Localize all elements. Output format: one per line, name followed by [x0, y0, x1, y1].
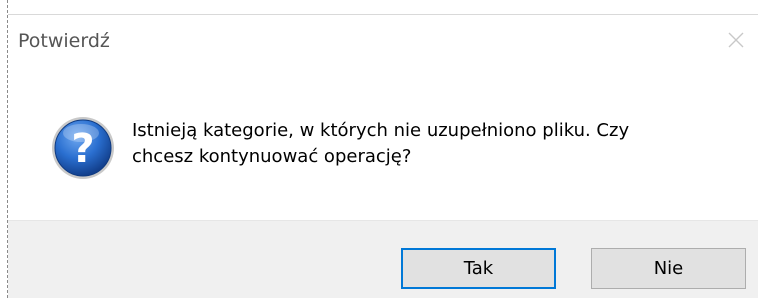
yes-button-label: Tak	[463, 258, 494, 279]
button-bar: Tak Nie	[8, 220, 758, 298]
no-button-label: Nie	[653, 258, 684, 279]
yes-button[interactable]: Tak	[401, 248, 556, 289]
close-button[interactable]	[724, 28, 748, 52]
message-text: Istnieją kategorie, w których nie uzupeł…	[132, 118, 732, 170]
svg-text:?: ?	[71, 126, 94, 172]
message-line-1: Istnieją kategorie, w których nie uzupeł…	[132, 120, 630, 141]
window-left-edge	[0, 0, 8, 298]
confirm-dialog: Potwierdź ? Istnieją kategorie, w któryc…	[0, 0, 758, 298]
dialog-title: Potwierdź	[18, 30, 110, 52]
close-icon	[728, 32, 744, 48]
message-line-2: chcesz kontynuować operację?	[132, 146, 412, 167]
title-bar: Potwierdź	[8, 14, 758, 68]
dialog-content: ? Istnieją kategorie, w których nie uzup…	[8, 68, 758, 220]
question-icon: ?	[52, 117, 114, 179]
no-button[interactable]: Nie	[591, 248, 746, 289]
